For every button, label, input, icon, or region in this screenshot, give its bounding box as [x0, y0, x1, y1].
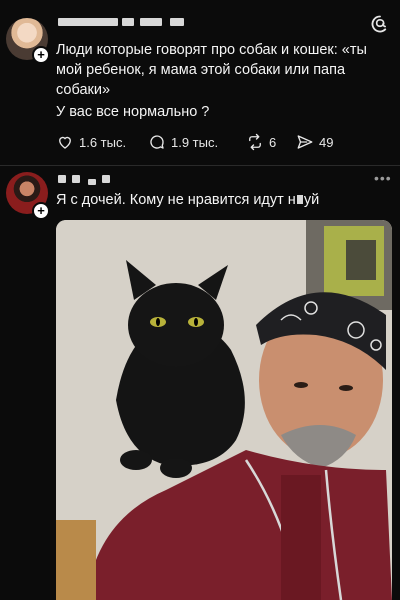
censor-block	[296, 195, 303, 204]
reply-count: 1.9 тыс.	[171, 134, 219, 150]
like-button[interactable]: 1.6 тыс.	[56, 133, 126, 151]
reply-button[interactable]: 1.9 тыс.	[148, 133, 218, 151]
share-button[interactable]: 49	[296, 133, 333, 151]
post2-text: Я с дочей. Кому не нравится идут н уй	[56, 192, 319, 208]
comment-icon	[150, 135, 164, 149]
post1-username-redacted	[58, 18, 118, 26]
post1-username-redacted-2	[122, 18, 134, 26]
post2-text-part1: Я с дочей. Кому не нравится идут н	[56, 192, 296, 208]
post2-username-redacted-2	[72, 175, 80, 183]
threads-logo-icon[interactable]	[370, 14, 390, 34]
repost-button[interactable]: 6	[246, 133, 276, 151]
post1-text: Люди которые говорят про собак и кошек: …	[56, 42, 367, 98]
share-icon	[297, 135, 313, 149]
post1-username-redacted-4	[170, 18, 184, 26]
heart-icon	[59, 136, 71, 149]
post-divider	[0, 165, 400, 166]
repost-count: 6	[269, 134, 277, 150]
post1-username-redacted-3	[140, 18, 162, 26]
repost-icon	[249, 133, 261, 151]
post2-username-redacted-3	[88, 179, 96, 185]
post2-username-redacted-4	[102, 175, 110, 183]
post2-follow-plus-icon[interactable]: +	[32, 202, 50, 220]
post2-username-redacted	[58, 175, 66, 183]
more-icon[interactable]: •••	[374, 170, 392, 186]
post1-question: У вас все нормально ?	[56, 104, 210, 120]
post1-follow-plus-icon[interactable]: +	[32, 46, 50, 64]
like-count: 1.6 тыс.	[79, 134, 127, 150]
photo-man-with-black-cat-icon	[56, 220, 392, 600]
post2-photo[interactable]	[56, 220, 392, 600]
share-count: 49	[319, 134, 334, 150]
post2-text-part2: уй	[303, 192, 320, 208]
